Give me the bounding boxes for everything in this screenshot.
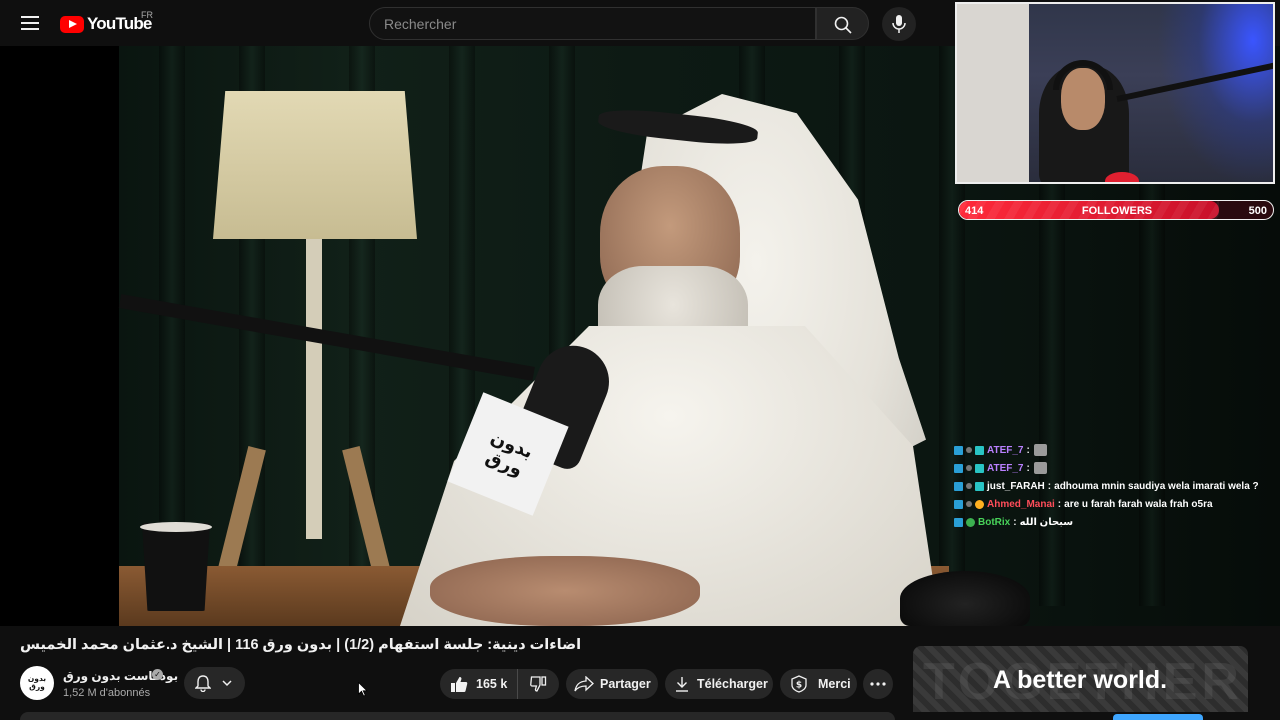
chat-badge-icon	[966, 501, 972, 507]
followers-goal-bar: 414 FOLLOWERS 500	[958, 200, 1274, 220]
share-icon	[574, 676, 594, 692]
chat-separator: :	[1013, 516, 1017, 528]
chat-username: BotRix	[978, 516, 1011, 528]
youtube-logo[interactable]: YouTube	[60, 13, 152, 35]
webcam-door	[957, 4, 1029, 182]
followers-goal: 500	[1248, 205, 1267, 217]
download-icon	[676, 677, 688, 692]
share-label: Partager	[600, 677, 651, 691]
coffee-cup-rim	[140, 522, 212, 532]
chat-message: ATEF_7:	[954, 459, 1278, 477]
region-code: FR	[141, 10, 153, 20]
ad-cta-button[interactable]	[1113, 714, 1203, 720]
bell-icon	[195, 675, 211, 692]
chat-separator: :	[1026, 462, 1030, 474]
chat-separator: :	[1026, 444, 1030, 456]
chat-badge-icon	[975, 463, 984, 473]
description-box[interactable]	[20, 712, 895, 720]
chat-badge-icon	[966, 517, 975, 527]
chevron-down-icon	[222, 680, 232, 687]
chat-username: Ahmed_Manai	[987, 498, 1055, 510]
ad-headline: A better world.	[993, 666, 1168, 694]
chat-badge-icon	[954, 499, 963, 509]
dislike-button[interactable]	[518, 669, 558, 699]
chat-badge-icon	[954, 517, 963, 527]
headset-icon	[1053, 60, 1113, 90]
super-thanks-icon: $	[791, 675, 807, 693]
coffee-cup	[142, 523, 210, 611]
chat-emote-icon	[1033, 462, 1047, 474]
followers-label: FOLLOWERS	[1081, 205, 1153, 217]
verified-icon: ✓	[152, 669, 163, 680]
avatar-text: ورق	[29, 682, 45, 691]
download-button[interactable]: Télécharger	[665, 669, 773, 699]
chat-badge-icon	[975, 499, 984, 509]
headphones	[900, 571, 1030, 626]
masthead: YouTube FR	[0, 0, 920, 46]
more-actions-button[interactable]	[863, 669, 893, 699]
chat-badge-icon	[975, 481, 984, 491]
share-button[interactable]: Partager	[566, 669, 658, 699]
chat-badge-icon	[975, 445, 984, 455]
youtube-play-icon	[60, 15, 84, 33]
like-dislike-group: 165 k	[440, 669, 559, 699]
more-horizontal-icon	[870, 682, 886, 686]
chat-text: سبحان الله	[1019, 516, 1074, 528]
chat-text: are u farah farah wala frah o5ra	[1064, 498, 1213, 510]
thanks-label: Merci	[818, 677, 851, 691]
microphone-icon	[892, 15, 906, 33]
search-icon	[834, 16, 852, 34]
search-button[interactable]	[816, 7, 869, 40]
chat-separator: :	[1047, 480, 1052, 492]
chat-message: Ahmed_Manai: are u farah farah wala frah …	[954, 495, 1278, 513]
menu-icon[interactable]	[18, 12, 42, 34]
webcam-red-object	[1105, 172, 1139, 182]
thanks-button[interactable]: $ Merci	[780, 669, 857, 699]
channel-avatar[interactable]: بدون ورق	[20, 666, 54, 700]
thumbs-down-icon	[529, 676, 546, 692]
chat-text: adhouma mnin saudiya wela imarati wela ?	[1054, 480, 1259, 492]
svg-text:$: $	[796, 681, 802, 691]
speaker-hands	[430, 556, 700, 626]
mouse-cursor-icon	[358, 682, 368, 697]
chat-badge-icon	[954, 481, 963, 491]
chat-message: just_FARAH: adhouma mnin saudiya wela ima…	[954, 477, 1278, 495]
voice-search-button[interactable]	[882, 7, 916, 41]
chat-message: ATEF_7:	[954, 441, 1278, 459]
sidebar-ad-banner[interactable]: TOGETHER A better world.	[913, 646, 1248, 720]
chat-badge-icon	[954, 445, 963, 455]
floor-lamp-stem	[306, 239, 322, 539]
chat-username: ATEF_7	[987, 444, 1024, 456]
search-box	[369, 7, 816, 40]
chat-badge-icon	[966, 465, 972, 471]
chat-username: ATEF_7	[987, 462, 1024, 474]
floor-lamp-shade	[213, 91, 417, 239]
chat-badge-icon	[966, 447, 972, 453]
thumbs-up-icon	[451, 676, 468, 692]
chat-badge-icon	[954, 463, 963, 473]
like-count: 165 k	[476, 677, 508, 691]
chat-username: just_FARAH	[987, 480, 1045, 492]
streamer-webcam	[955, 2, 1275, 184]
subscriber-count: 1,52 M d'abonnés	[63, 687, 151, 699]
chat-message: BotRix: سبحان الله	[954, 513, 1278, 531]
webcam-blue-lights	[1157, 4, 1273, 182]
video-title: اضاءات دينية: جلسة استفهام (1/2) | بدون …	[20, 637, 582, 653]
like-button[interactable]: 165 k	[440, 669, 518, 699]
chat-separator: :	[1057, 498, 1062, 510]
chat-emote-icon	[1033, 444, 1047, 456]
notification-settings-button[interactable]	[184, 667, 245, 699]
download-label: Télécharger	[697, 677, 768, 691]
stream-chat: ATEF_7: ATEF_7: just_FARAH: adhouma mnin sa…	[954, 441, 1278, 531]
chat-badge-icon	[966, 483, 972, 489]
search-input[interactable]	[370, 8, 815, 39]
